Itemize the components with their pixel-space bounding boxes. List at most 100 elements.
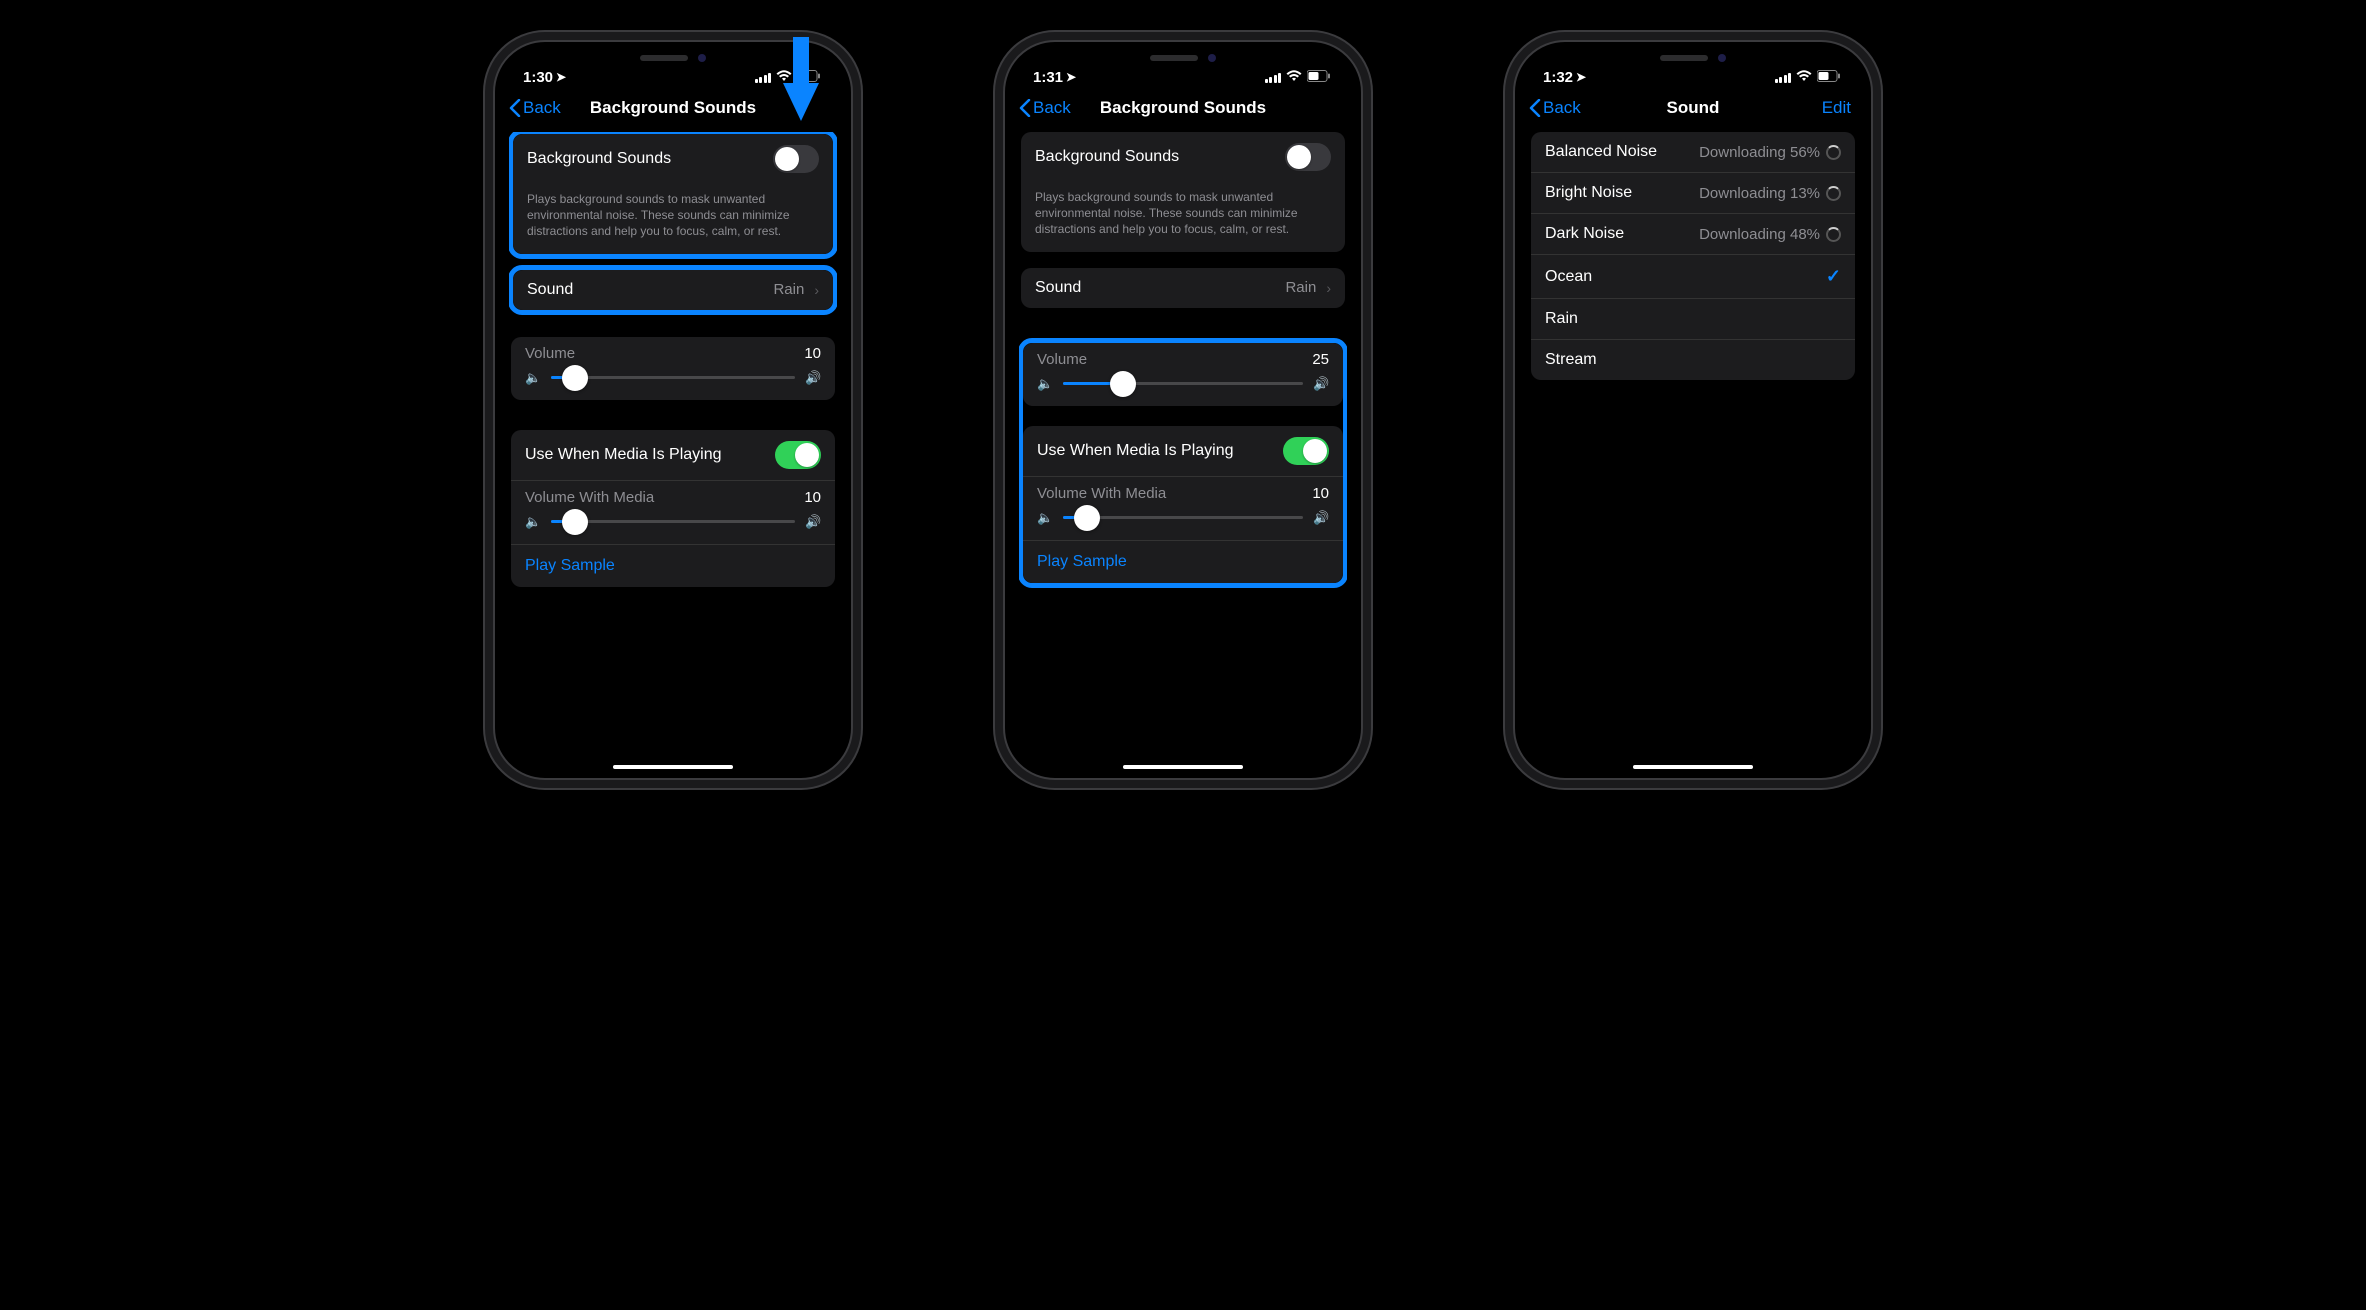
- nav-header: Back Sound Edit: [1529, 90, 1857, 132]
- description-text: Plays background sounds to mask unwanted…: [1021, 182, 1345, 252]
- phone-screenshot-3: 1:32 ➤ Back Sound Edit Balanced NoiseDow…: [1513, 40, 1873, 780]
- sound-item-name: Dark Noise: [1545, 225, 1624, 243]
- phone-screenshot-2: 1:31 ➤ Back Background Sounds Background…: [1003, 40, 1363, 780]
- media-volume-value: 10: [804, 489, 821, 506]
- wifi-icon: [1796, 69, 1812, 86]
- sound-row[interactable]: Sound Rain ›: [1021, 268, 1345, 308]
- media-toggle-row[interactable]: Use When Media Is Playing: [1023, 426, 1343, 476]
- back-button[interactable]: Back: [1529, 98, 1589, 118]
- home-indicator[interactable]: [613, 765, 733, 769]
- volume-low-icon: 🔈: [525, 514, 541, 530]
- media-volume-row: Volume With Media 10 🔈 🔊: [511, 480, 835, 544]
- cellular-icon: [755, 72, 772, 83]
- volume-low-icon: 🔈: [1037, 510, 1053, 526]
- media-volume-row: Volume With Media 10 🔈 🔊: [1023, 476, 1343, 540]
- battery-icon: [1817, 69, 1841, 86]
- media-toggle-label: Use When Media Is Playing: [1037, 442, 1234, 460]
- page-title: Background Sounds: [590, 98, 756, 118]
- phone-screenshot-1: 1:30 ➤ Back Background Sounds Background…: [493, 40, 853, 780]
- notch: [1515, 54, 1871, 62]
- spinner-icon: [1826, 227, 1841, 242]
- sound-item-name: Bright Noise: [1545, 184, 1632, 202]
- notch: [1005, 54, 1361, 62]
- status-bar: 1:32 ➤: [1529, 58, 1857, 90]
- status-time: 1:32: [1543, 69, 1573, 86]
- highlight-annotation-2: Sound Rain ›: [509, 265, 837, 315]
- sound-row[interactable]: Sound Rain ›: [513, 270, 833, 310]
- page-title: Background Sounds: [1100, 98, 1266, 118]
- volume-slider[interactable]: [1063, 382, 1303, 385]
- sound-item-name: Stream: [1545, 351, 1597, 369]
- back-label: Back: [1033, 98, 1071, 118]
- sound-item-name: Rain: [1545, 310, 1578, 328]
- media-toggle-row[interactable]: Use When Media Is Playing: [511, 430, 835, 480]
- media-switch[interactable]: [1283, 437, 1329, 465]
- background-sounds-switch[interactable]: [1285, 143, 1331, 171]
- cellular-icon: [1775, 72, 1792, 83]
- location-icon: ➤: [556, 70, 566, 84]
- volume-label: Volume: [525, 345, 575, 362]
- play-sample-button[interactable]: Play Sample: [1023, 540, 1343, 583]
- chevron-left-icon: [1019, 99, 1031, 117]
- battery-icon: [1307, 69, 1331, 86]
- volume-row: Volume 25 🔈 🔊: [1023, 343, 1343, 406]
- volume-low-icon: 🔈: [525, 370, 541, 386]
- background-sounds-toggle-row[interactable]: Background Sounds: [1021, 132, 1345, 182]
- background-sounds-toggle-row[interactable]: Background Sounds: [513, 134, 833, 184]
- chevron-right-icon: ›: [814, 282, 819, 298]
- sound-label: Sound: [527, 281, 573, 299]
- status-time: 1:30: [523, 69, 553, 86]
- chevron-left-icon: [509, 99, 521, 117]
- media-volume-slider[interactable]: [551, 520, 795, 523]
- sound-item[interactable]: Balanced NoiseDownloading 56%: [1531, 132, 1855, 172]
- download-status: Downloading 13%: [1699, 185, 1820, 202]
- location-icon: ➤: [1576, 70, 1586, 84]
- media-volume-slider[interactable]: [1063, 516, 1303, 519]
- checkmark-icon: ✓: [1826, 266, 1841, 287]
- sound-item[interactable]: Dark NoiseDownloading 48%: [1531, 213, 1855, 254]
- status-bar: 1:31 ➤: [1019, 58, 1347, 90]
- media-volume-label: Volume With Media: [525, 489, 654, 506]
- volume-value: 10: [804, 345, 821, 362]
- spinner-icon: [1826, 186, 1841, 201]
- sound-item[interactable]: Rain: [1531, 298, 1855, 339]
- sound-item[interactable]: Stream: [1531, 339, 1855, 380]
- volume-group: Volume 10 🔈 🔊: [511, 337, 835, 400]
- volume-high-icon: 🔊: [1313, 510, 1329, 526]
- location-icon: ➤: [1066, 70, 1076, 84]
- wifi-icon: [1286, 69, 1302, 86]
- chevron-right-icon: ›: [1326, 280, 1331, 296]
- sound-item[interactable]: Bright Noise Downloading 13%: [1531, 172, 1855, 213]
- toggle-label: Background Sounds: [1035, 148, 1179, 166]
- volume-row: Volume 10 🔈 🔊: [511, 337, 835, 400]
- description-text: Plays background sounds to mask unwanted…: [513, 184, 833, 254]
- back-label: Back: [1543, 98, 1581, 118]
- sound-item[interactable]: Ocean✓: [1531, 254, 1855, 298]
- volume-high-icon: 🔊: [1313, 376, 1329, 392]
- status-time: 1:31: [1033, 69, 1063, 86]
- cellular-icon: [1265, 72, 1282, 83]
- highlight-annotation: Volume 25 🔈 🔊 Use When Media Is: [1019, 338, 1347, 588]
- media-switch[interactable]: [775, 441, 821, 469]
- edit-button[interactable]: Edit: [1791, 98, 1851, 118]
- toggle-label: Background Sounds: [527, 150, 671, 168]
- home-indicator[interactable]: [1123, 765, 1243, 769]
- media-volume-label: Volume With Media: [1037, 485, 1166, 502]
- home-indicator[interactable]: [1633, 765, 1753, 769]
- volume-value: 25: [1312, 351, 1329, 368]
- volume-slider[interactable]: [551, 376, 795, 379]
- background-sounds-switch[interactable]: [773, 145, 819, 173]
- sound-list: Balanced NoiseDownloading 56%Bright Nois…: [1531, 132, 1855, 380]
- page-title: Sound: [1667, 98, 1720, 118]
- media-volume-value: 10: [1312, 485, 1329, 502]
- back-button[interactable]: Back: [509, 98, 569, 118]
- sound-value: Rain: [1285, 279, 1316, 296]
- volume-high-icon: 🔊: [805, 370, 821, 386]
- play-sample-button[interactable]: Play Sample: [511, 544, 835, 587]
- sound-item-name: Balanced Noise: [1545, 143, 1657, 161]
- volume-low-icon: 🔈: [1037, 376, 1053, 392]
- back-button[interactable]: Back: [1019, 98, 1079, 118]
- back-label: Back: [523, 98, 561, 118]
- chevron-left-icon: [1529, 99, 1541, 117]
- nav-header: Back Background Sounds: [1019, 90, 1347, 132]
